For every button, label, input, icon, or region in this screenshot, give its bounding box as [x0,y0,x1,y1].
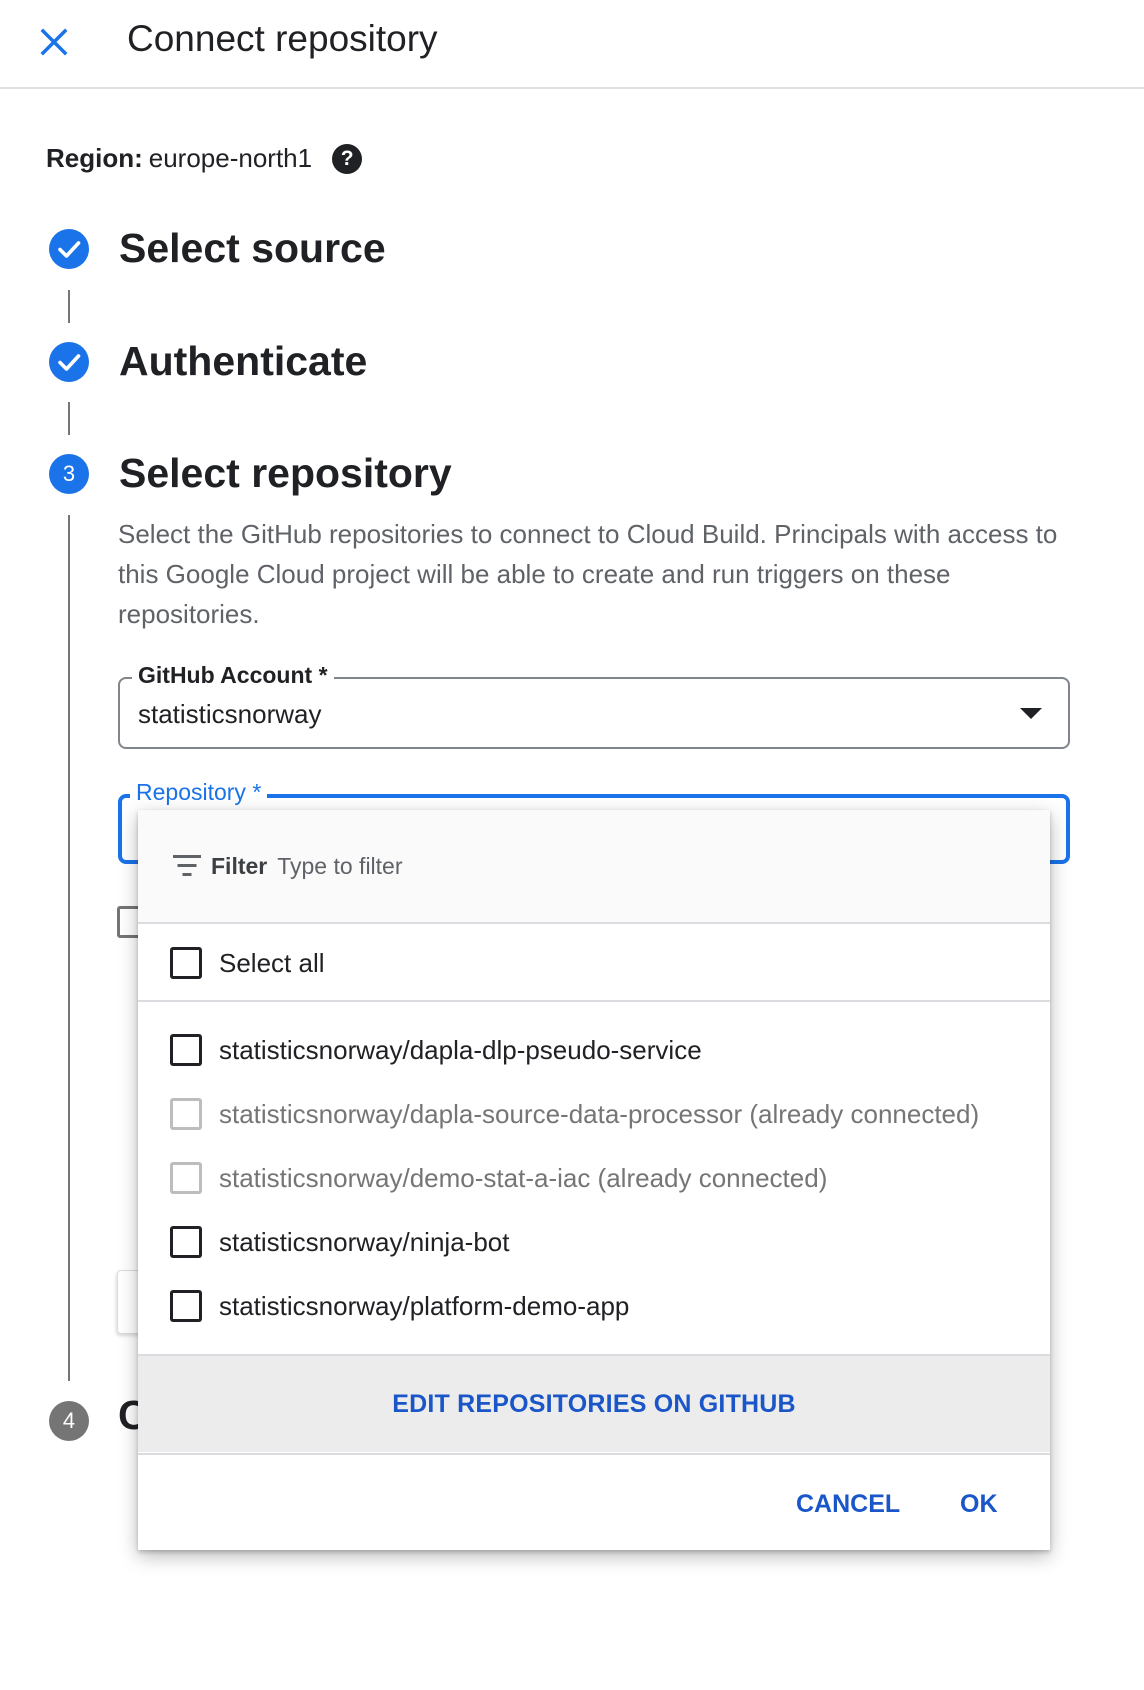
page-title: Connect repository [127,18,438,59]
region-value: europe-north1 [148,143,313,173]
github-account-value: statisticsnorway [138,699,322,729]
repo-checkbox [170,1162,202,1194]
filter-input[interactable] [277,852,878,880]
step-3-title: Select repository [119,450,452,496]
repository-list: statisticsnorway/dapla-dlp-pseudo-servic… [138,1004,1050,1338]
ok-button[interactable]: OK [960,1490,998,1519]
region-info: Region: europe-north1 ? [46,143,363,174]
step-3-number: 3 [49,454,89,494]
step-connector [68,515,70,1381]
repo-checkbox [170,1098,202,1130]
repo-label: statisticsnorway/ninja-bot [219,1226,510,1257]
step-3-description: Select the GitHub repositories to connec… [118,519,1058,629]
repo-option: statisticsnorway/dapla-source-data-proce… [138,1082,1050,1146]
repo-option[interactable]: statisticsnorway/ninja-bot [138,1210,1050,1274]
dropdown-actions: CANCEL OK [138,1453,1050,1550]
select-all-checkbox[interactable] [170,947,202,979]
filter-bar: Filter [138,810,1050,924]
step-2-title: Authenticate [119,338,368,384]
dialog-header: Connect repository [0,0,1144,89]
repo-option[interactable]: statisticsnorway/dapla-dlp-pseudo-servic… [138,1018,1050,1082]
repo-label: statisticsnorway/dapla-dlp-pseudo-servic… [219,1034,702,1065]
repo-option: statisticsnorway/demo-stat-a-iac (alread… [138,1146,1050,1210]
repo-option[interactable]: statisticsnorway/platform-demo-app [138,1274,1050,1338]
step-2-check-icon [49,342,89,382]
repo-checkbox[interactable] [170,1226,202,1258]
repository-dropdown-menu: Filter Select all statisticsnorway/dapla… [138,810,1050,1550]
edit-repositories-bar: EDIT REPOSITORIES ON GITHUB [138,1354,1050,1452]
edit-repositories-link[interactable]: EDIT REPOSITORIES ON GITHUB [392,1390,796,1419]
repository-label: Repository * [130,779,268,806]
github-account-label: GitHub Account * [132,662,334,689]
repo-checkbox[interactable] [170,1290,202,1322]
help-icon[interactable]: ? [332,143,363,174]
filter-label: Filter [211,852,268,879]
repo-label: statisticsnorway/platform-demo-app [219,1290,630,1321]
step-connector [68,290,70,323]
step-4-number: 4 [49,1401,89,1441]
step-1-title: Select source [119,225,386,271]
github-account-select[interactable]: GitHub Account * statisticsnorway [118,662,1070,749]
step-1-check-icon [49,229,89,269]
cancel-button[interactable]: CANCEL [796,1490,900,1519]
select-all-option[interactable]: Select all [138,926,1050,1002]
repo-label: statisticsnorway/demo-stat-a-iac (alread… [219,1162,828,1193]
repo-checkbox[interactable] [170,1034,202,1066]
filter-icon [173,855,201,877]
close-icon [40,28,68,56]
select-all-label: Select all [219,947,325,978]
step-connector [68,402,70,435]
close-button[interactable] [34,22,74,62]
dropdown-arrow-icon [1020,708,1042,719]
region-label: Region: [46,143,143,173]
repo-label: statisticsnorway/dapla-source-data-proce… [219,1098,980,1129]
